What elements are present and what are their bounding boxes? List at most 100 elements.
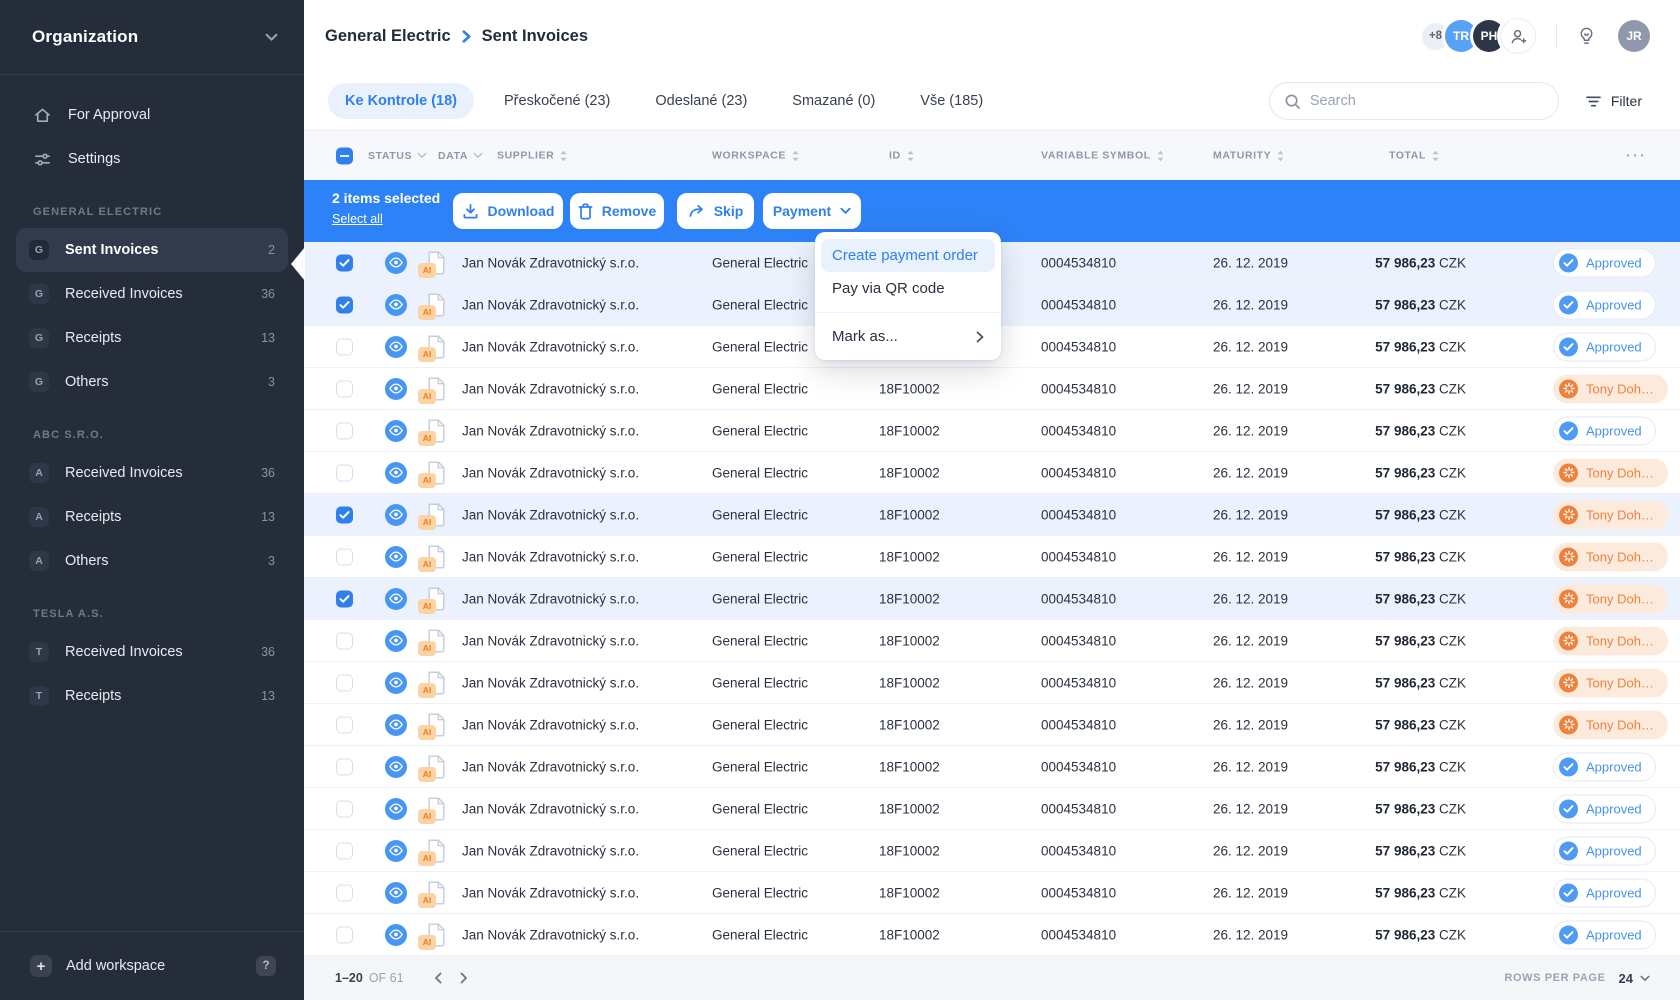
document-attachment-icon[interactable]: AI — [426, 418, 447, 444]
payment-button[interactable]: Payment — [763, 193, 861, 229]
preview-button[interactable] — [385, 882, 407, 904]
document-attachment-icon[interactable]: AI — [426, 544, 447, 570]
status-badge[interactable]: Approved — [1553, 752, 1656, 781]
row-checkbox[interactable] — [336, 422, 353, 439]
sidebar-item-general-electric-others[interactable]: GOthers3 — [16, 360, 288, 404]
preview-button[interactable] — [385, 630, 407, 652]
status-badge[interactable]: Approved — [1553, 836, 1656, 865]
row-checkbox[interactable] — [336, 884, 353, 901]
sidebar-item-tesla-a-s-receipts[interactable]: TReceipts13 — [16, 674, 288, 718]
status-badge[interactable]: Approved — [1553, 332, 1656, 361]
preview-button[interactable] — [385, 714, 407, 736]
sidebar-item-settings[interactable]: Settings — [0, 137, 304, 181]
preview-button[interactable] — [385, 924, 407, 946]
status-badge[interactable]: Approved — [1553, 878, 1656, 907]
status-badge[interactable]: Tony Doh… — [1553, 374, 1668, 403]
sidebar-item-abc-s-r-o-received-invoices[interactable]: AReceived Invoices36 — [16, 451, 288, 495]
preview-button[interactable] — [385, 756, 407, 778]
sidebar-item-abc-s-r-o-others[interactable]: AOthers3 — [16, 539, 288, 583]
document-attachment-icon[interactable]: AI — [426, 922, 447, 948]
status-badge[interactable]: Approved — [1553, 416, 1656, 445]
tab-v-e-185[interactable]: Vše (185) — [905, 84, 998, 118]
sidebar-item-tesla-a-s-received-invoices[interactable]: TReceived Invoices36 — [16, 630, 288, 674]
table-row[interactable]: AIJan Novák Zdravotnický s.r.o.General E… — [304, 704, 1680, 746]
preview-button[interactable] — [385, 672, 407, 694]
skip-button[interactable]: Skip — [677, 193, 754, 229]
menu-item-create-payment-order[interactable]: Create payment order — [821, 239, 995, 272]
row-checkbox[interactable] — [336, 842, 353, 859]
table-row[interactable]: AIJan Novák Zdravotnický s.r.o.General E… — [304, 788, 1680, 830]
status-badge[interactable]: Approved — [1553, 248, 1656, 277]
add-workspace-button[interactable]: + Add workspace ? — [0, 932, 304, 1000]
table-row[interactable]: AIJan Novák Zdravotnický s.r.o.General E… — [304, 620, 1680, 662]
rows-per-page-select[interactable]: 24 — [1619, 971, 1650, 986]
status-badge[interactable]: Tony Doh… — [1553, 542, 1668, 571]
more-columns-button[interactable]: ··· — [1626, 147, 1647, 164]
preview-button[interactable] — [385, 504, 407, 526]
document-attachment-icon[interactable]: AI — [426, 796, 447, 822]
column-header-data[interactable]: DATA — [438, 150, 483, 162]
row-checkbox[interactable] — [336, 590, 353, 607]
table-row[interactable]: AIJan Novák Zdravotnický s.r.o.General E… — [304, 872, 1680, 914]
sidebar-item-abc-s-r-o-receipts[interactable]: AReceipts13 — [16, 495, 288, 539]
tab-odeslan-23[interactable]: Odeslané (23) — [640, 84, 762, 118]
lightbulb-button[interactable] — [1577, 26, 1596, 47]
row-checkbox[interactable] — [336, 464, 353, 481]
row-checkbox[interactable] — [336, 632, 353, 649]
tab-p-esko-en-23[interactable]: Přeskočené (23) — [489, 84, 625, 118]
preview-button[interactable] — [385, 336, 407, 358]
status-badge[interactable]: Tony Doh… — [1553, 584, 1668, 613]
column-header-workspace[interactable]: WORKSPACE — [712, 149, 800, 162]
tab-ke-kontrole-18[interactable]: Ke Kontrole (18) — [328, 83, 474, 119]
preview-button[interactable] — [385, 588, 407, 610]
status-badge[interactable]: Approved — [1553, 290, 1656, 319]
status-badge[interactable]: Approved — [1553, 794, 1656, 823]
preview-button[interactable] — [385, 420, 407, 442]
table-row[interactable]: AIJan Novák Zdravotnický s.r.o.General E… — [304, 368, 1680, 410]
row-checkbox[interactable] — [336, 926, 353, 943]
user-avatar[interactable]: JR — [1618, 20, 1650, 52]
row-checkbox[interactable] — [336, 674, 353, 691]
table-row[interactable]: AIJan Novák Zdravotnický s.r.o.General E… — [304, 662, 1680, 704]
download-button[interactable]: Download — [453, 193, 563, 229]
column-header-supplier[interactable]: SUPPLIER — [497, 149, 568, 162]
help-button[interactable]: ? — [256, 956, 276, 976]
sidebar-item-general-electric-received-invoices[interactable]: GReceived Invoices36 — [16, 272, 288, 316]
column-header-variable-symbol[interactable]: VARIABLE SYMBOL — [1041, 149, 1165, 162]
preview-button[interactable] — [385, 252, 407, 274]
filter-button[interactable]: Filter — [1585, 93, 1642, 109]
column-header-total[interactable]: TOTAL — [1389, 149, 1440, 162]
document-attachment-icon[interactable]: AI — [426, 712, 447, 738]
preview-button[interactable] — [385, 798, 407, 820]
breadcrumb-workspace[interactable]: General Electric — [325, 27, 451, 46]
sidebar-item-for-approval[interactable]: For Approval — [0, 93, 304, 137]
status-badge[interactable]: Tony Doh… — [1553, 626, 1668, 655]
preview-button[interactable] — [385, 462, 407, 484]
previous-page-button[interactable] — [434, 972, 442, 984]
sidebar-item-general-electric-sent-invoices[interactable]: GSent Invoices2 — [16, 228, 288, 272]
preview-button[interactable] — [385, 840, 407, 862]
document-attachment-icon[interactable]: AI — [426, 880, 447, 906]
document-attachment-icon[interactable]: AI — [426, 376, 447, 402]
table-row[interactable]: AIJan Novák Zdravotnický s.r.o.General E… — [304, 578, 1680, 620]
table-row[interactable]: AIJan Novák Zdravotnický s.r.o.General E… — [304, 536, 1680, 578]
row-checkbox[interactable] — [336, 254, 353, 271]
document-attachment-icon[interactable]: AI — [426, 502, 447, 528]
select-all-link[interactable]: Select all — [332, 212, 440, 226]
document-attachment-icon[interactable]: AI — [426, 334, 447, 360]
column-header-status[interactable]: STATUS — [368, 150, 427, 162]
tab-smazan-0[interactable]: Smazané (0) — [777, 84, 890, 118]
document-attachment-icon[interactable]: AI — [426, 670, 447, 696]
row-checkbox[interactable] — [336, 380, 353, 397]
menu-item-pay-via-qr-code[interactable]: Pay via QR code — [821, 272, 995, 305]
row-checkbox[interactable] — [336, 716, 353, 733]
column-header-maturity[interactable]: MATURITY — [1213, 149, 1285, 162]
status-badge[interactable]: Tony Doh… — [1553, 500, 1668, 529]
add-person-button[interactable] — [1500, 18, 1536, 54]
status-badge[interactable]: Tony Doh… — [1553, 458, 1668, 487]
preview-button[interactable] — [385, 294, 407, 316]
select-all-checkbox[interactable] — [336, 147, 353, 164]
row-checkbox[interactable] — [336, 506, 353, 523]
document-attachment-icon[interactable]: AI — [426, 292, 447, 318]
search-input[interactable] — [1310, 93, 1544, 109]
